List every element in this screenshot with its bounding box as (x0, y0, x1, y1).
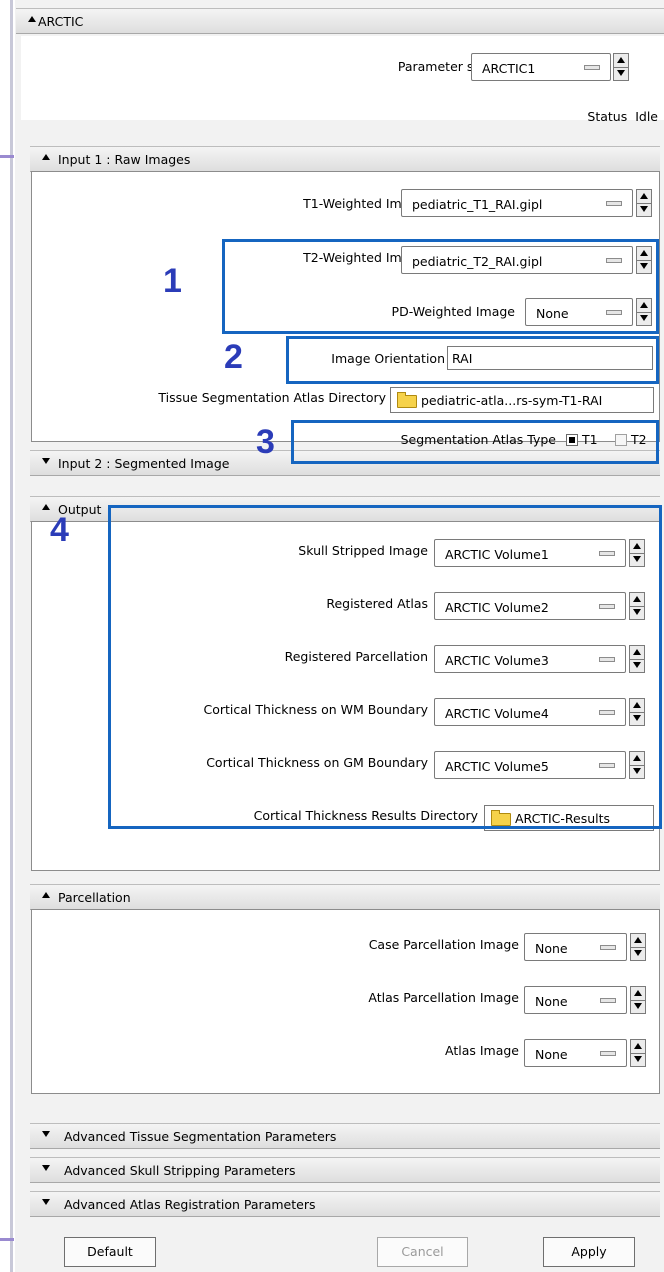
parameter-set-value: ARCTIC1 (482, 61, 536, 76)
advanced-skull-section-header[interactable]: Advanced Skull Stripping Parameters (30, 1157, 660, 1183)
advanced-registration-section-header[interactable]: Advanced Atlas Registration Parameters (30, 1191, 660, 1217)
callout-number-2: 2 (224, 338, 243, 376)
default-button[interactable]: Default (64, 1237, 156, 1267)
t1-image-value: pediatric_T1_RAI.gipl (412, 197, 543, 212)
left-edge-marker (0, 155, 14, 158)
collapse-icon (42, 154, 50, 160)
input1-section-header[interactable]: Input 1 : Raw Images (30, 146, 660, 172)
spinner-down-icon (640, 206, 648, 212)
status-value: Idle (635, 109, 658, 124)
atlas-parcellation-spinner[interactable] (630, 986, 646, 1014)
spinner-up-icon (634, 1043, 642, 1049)
atlas-image-menu[interactable]: None (524, 1039, 627, 1067)
expand-icon (42, 458, 50, 464)
collapse-icon (42, 892, 50, 898)
arctic-title: ARCTIC (38, 14, 84, 29)
parcellation-row-value: None (535, 1047, 568, 1062)
spinner-down-icon (617, 70, 625, 76)
collapse-icon (42, 504, 50, 510)
case-parcellation-menu[interactable]: None (524, 933, 627, 961)
parcellation-row-label: Atlas Image (445, 1043, 519, 1058)
arctic-section-header[interactable]: ARCTIC (16, 8, 664, 34)
status-label: Status (587, 109, 628, 124)
input2-title: Input 2 : Segmented Image (58, 456, 230, 471)
parcellation-row-value: None (535, 941, 568, 956)
menu-indicator-icon (600, 1051, 616, 1056)
parameter-set-menu[interactable]: ARCTIC1 (471, 53, 611, 81)
atlas-directory-value: pediatric-atla...rs-sym-T1-RAI (421, 393, 603, 408)
callout-number-4: 4 (50, 511, 69, 549)
apply-button[interactable]: Apply (543, 1237, 635, 1267)
menu-indicator-icon (606, 201, 622, 206)
spinner-up-icon (634, 937, 642, 943)
parcellation-row-label: Case Parcellation Image (368, 937, 519, 952)
callout-box-4 (108, 505, 662, 829)
parcellation-row-value: None (535, 994, 568, 1009)
advanced-tissue-title: Advanced Tissue Segmentation Parameters (64, 1129, 337, 1144)
callout-number-3: 3 (256, 423, 275, 461)
spinner-up-icon (640, 193, 648, 199)
menu-indicator-icon (600, 998, 616, 1003)
parcellation-panel: Case Parcellation Image None Atlas Parce… (31, 909, 660, 1094)
parcellation-title: Parcellation (58, 890, 131, 905)
spinner-down-icon (634, 1003, 642, 1009)
spinner-down-icon (634, 950, 642, 956)
parcellation-row-label: Atlas Parcellation Image (368, 990, 519, 1005)
spinner-down-icon (634, 1056, 642, 1062)
collapse-icon (28, 16, 36, 22)
expand-icon (42, 1199, 50, 1205)
arctic-panel: Parameter set ARCTIC1 Status Idle (21, 36, 664, 124)
advanced-skull-title: Advanced Skull Stripping Parameters (64, 1163, 296, 1178)
cancel-button[interactable]: Cancel (377, 1237, 468, 1267)
left-edge-marker (0, 1238, 14, 1241)
t1-image-spinner[interactable] (636, 189, 652, 217)
case-parcellation-spinner[interactable] (630, 933, 646, 961)
spinner-up-icon (634, 990, 642, 996)
advanced-registration-title: Advanced Atlas Registration Parameters (64, 1197, 316, 1212)
expand-icon (42, 1131, 50, 1137)
atlas-image-spinner[interactable] (630, 1039, 646, 1067)
callout-box-2 (286, 336, 659, 384)
t1-image-menu[interactable]: pediatric_T1_RAI.gipl (401, 189, 633, 217)
atlas-directory-button[interactable]: pediatric-atla...rs-sym-T1-RAI (390, 387, 654, 413)
folder-icon (397, 392, 417, 408)
callout-number-1: 1 (163, 262, 182, 300)
callout-box-3 (291, 420, 659, 464)
status-line: Status Idle (587, 109, 658, 124)
menu-indicator-icon (600, 945, 616, 950)
expand-icon (42, 1165, 50, 1171)
left-edge-line (10, 0, 13, 1272)
parcellation-section-header[interactable]: Parcellation (30, 884, 660, 910)
parameter-set-spinner[interactable] (613, 53, 629, 81)
spinner-up-icon (617, 57, 625, 63)
atlas-parcellation-menu[interactable]: None (524, 986, 627, 1014)
callout-box-1 (222, 239, 659, 334)
input1-title: Input 1 : Raw Images (58, 152, 191, 167)
atlas-directory-label: Tissue Segmentation Atlas Directory (158, 390, 386, 405)
advanced-tissue-section-header[interactable]: Advanced Tissue Segmentation Parameters (30, 1123, 660, 1149)
menu-indicator-icon (584, 65, 600, 70)
